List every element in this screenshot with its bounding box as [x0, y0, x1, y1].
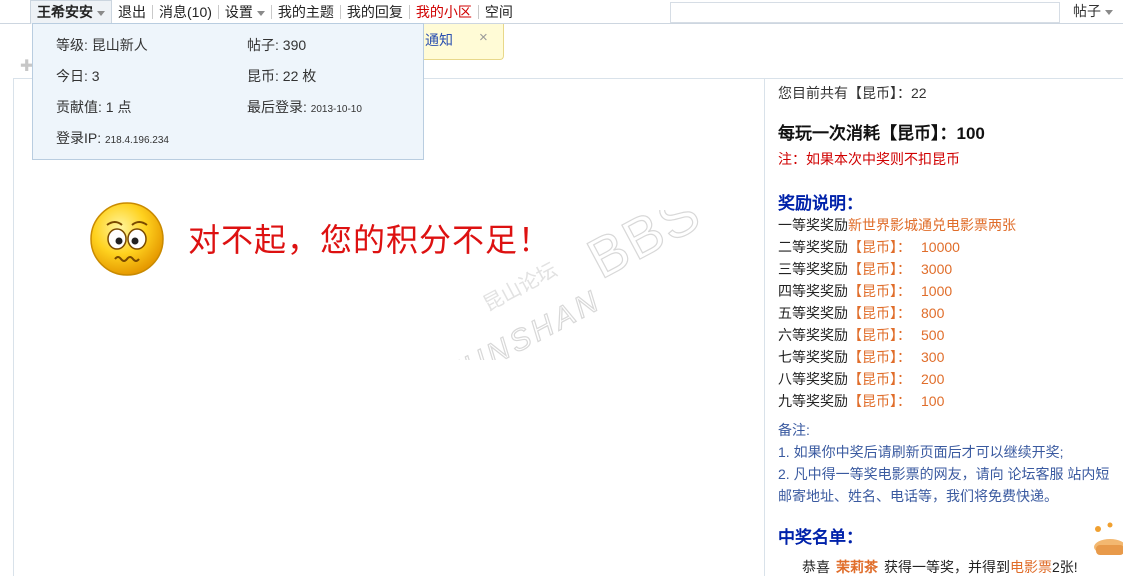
user-contribution: 贡献值: 1 点	[56, 99, 132, 115]
prize-amount: 3000	[921, 261, 953, 277]
my-replies-link[interactable]: 我的回复	[341, 2, 409, 22]
coin-label: 【昆币】：	[848, 261, 911, 277]
last-login-value: 2013-10-10	[310, 104, 362, 115]
kunshan-bbs-watermark: 昆山论坛 KUNSHAN BBS	[437, 210, 712, 360]
prize-row: 五等奖奖励【昆币】： 800	[778, 303, 944, 323]
coin-balance: 您目前共有【昆币】：22	[778, 85, 927, 101]
user-info-dropdown: 等级: 昆山新人 帖子: 390 今日: 3 昆币: 22 枚 贡献值: 1 点…	[32, 23, 424, 160]
search-type-select[interactable]: 帖子	[1061, 0, 1123, 24]
prize-label: 七等奖奖励	[778, 349, 848, 365]
rewards-title: 奖励说明：	[778, 194, 863, 214]
chevron-down-icon	[1105, 9, 1113, 15]
prize-row: 四等奖奖励【昆币】： 1000	[778, 281, 952, 301]
prize-label: 六等奖奖励	[778, 327, 848, 343]
search-input[interactable]	[670, 2, 1060, 23]
coin-label: 【昆币】：	[848, 371, 911, 387]
prize-amount: 800	[921, 305, 945, 321]
prize-row: 一等奖奖励新世界影城通兑电影票两张	[778, 215, 1016, 235]
coin-label: 【昆币】：	[848, 305, 911, 321]
note-line: 2. 凡中得一等奖电影票的网友，请向 论坛客服 站内短	[778, 466, 1110, 482]
coin-label: 【昆币】：	[848, 283, 911, 299]
settings-menu[interactable]: 设置	[219, 2, 271, 22]
user-coins: 昆币: 22 枚	[247, 68, 317, 84]
top-navigation-bar: 王希安安 退出 消息(10) 设置 我的主题 我的回复 我的小区 空间 帖子	[0, 0, 1123, 24]
notes-title: 备注:	[778, 422, 810, 438]
coin-label: 【昆币】：	[848, 327, 911, 343]
prize-amount: 10000	[921, 239, 960, 255]
prize-row: 八等奖奖励【昆币】： 200	[778, 369, 944, 389]
ip-value: 218.4.196.234	[105, 135, 169, 146]
prize-label: 九等奖奖励	[778, 393, 848, 409]
prize-row: 二等奖奖励【昆币】： 10000	[778, 237, 960, 257]
user-ip: 登录IP: 218.4.196.234	[56, 128, 169, 148]
close-icon[interactable]: ×	[479, 29, 488, 46]
prize-amount: 1000	[921, 283, 953, 299]
coin-label: 【昆币】：	[848, 393, 911, 409]
winner-suffix: 2张!	[1052, 559, 1078, 575]
prize-row: 六等奖奖励【昆币】： 500	[778, 325, 944, 345]
gift-icon	[1094, 522, 1123, 555]
prize-row: 三等奖奖励【昆币】： 3000	[778, 259, 952, 279]
notification-link[interactable]: 通知	[425, 30, 453, 50]
prize-label: 八等奖奖励	[778, 371, 848, 387]
coin-label: 【昆币】：	[848, 349, 911, 365]
user-menu[interactable]: 王希安安	[30, 0, 112, 24]
coin-label: 【昆币】：	[848, 239, 911, 255]
ip-label: 登录IP:	[56, 130, 106, 146]
logout-link[interactable]: 退出	[112, 2, 152, 22]
notification-popup: 通知 ×	[410, 24, 504, 60]
winner-name[interactable]: 茉莉茶	[830, 559, 884, 575]
prize-label: 五等奖奖励	[778, 305, 848, 321]
my-community-link[interactable]: 我的小区	[410, 2, 478, 22]
last-login-label: 最后登录:	[247, 99, 311, 115]
prize-label: 二等奖奖励	[778, 239, 848, 255]
prize-label: 一等奖奖励	[778, 217, 848, 233]
prize-value: 新世界影城通兑电影票两张	[848, 217, 1016, 233]
search-type-label: 帖子	[1073, 3, 1101, 19]
worried-face-icon	[90, 202, 164, 276]
winner-entry: 恭喜 茉莉茶 获得一等奖，并得到电影票2张!	[802, 557, 1078, 576]
winner-prize: 电影票	[1010, 559, 1052, 575]
winner-middle: 获得一等奖，并得到	[884, 559, 1010, 575]
note-line: 邮寄地址、姓名、电话等，我们将免费快递。	[778, 488, 1058, 504]
user-posts: 帖子: 390	[247, 37, 307, 53]
winner-prefix: 恭喜	[802, 559, 830, 575]
user-last-login: 最后登录: 2013-10-10	[247, 97, 362, 117]
prize-row: 七等奖奖励【昆币】： 300	[778, 347, 944, 367]
prize-amount: 200	[921, 371, 945, 387]
user-today: 今日: 3	[56, 68, 100, 84]
watermark-big: BBS	[577, 210, 711, 290]
chevron-down-icon	[256, 10, 265, 16]
winners-title: 中奖名单：	[778, 528, 863, 548]
cost-label: 每玩一次消耗【昆币】：	[778, 124, 957, 144]
chevron-down-icon	[97, 10, 105, 16]
user-level: 等级: 昆山新人	[56, 37, 148, 53]
prize-row: 九等奖奖励【昆币】： 100	[778, 391, 944, 411]
top-nav: 王希安安 退出 消息(10) 设置 我的主题 我的回复 我的小区 空间	[30, 0, 519, 24]
prize-amount: 100	[921, 393, 945, 409]
note-line: 1. 如果你中奖后请刷新页面后才可以继续开奖;	[778, 444, 1064, 460]
cost-note: 注：如果本次中奖则不扣昆币	[778, 151, 960, 167]
prize-amount: 500	[921, 327, 945, 343]
messages-link[interactable]: 消息(10)	[153, 2, 218, 22]
settings-label: 设置	[224, 4, 253, 20]
username: 王希安安	[37, 4, 93, 20]
prize-amount: 300	[921, 349, 945, 365]
play-cost: 每玩一次消耗【昆币】：100	[778, 119, 985, 144]
space-link[interactable]: 空间	[479, 2, 519, 22]
lottery-sidebar: 您目前共有【昆币】：22 每玩一次消耗【昆币】：100 注：如果本次中奖则不扣昆…	[765, 78, 1123, 576]
my-topics-link[interactable]: 我的主题	[272, 2, 340, 22]
prize-label: 四等奖奖励	[778, 283, 848, 299]
cost-value: 100	[956, 124, 985, 143]
prize-label: 三等奖奖励	[778, 261, 848, 277]
